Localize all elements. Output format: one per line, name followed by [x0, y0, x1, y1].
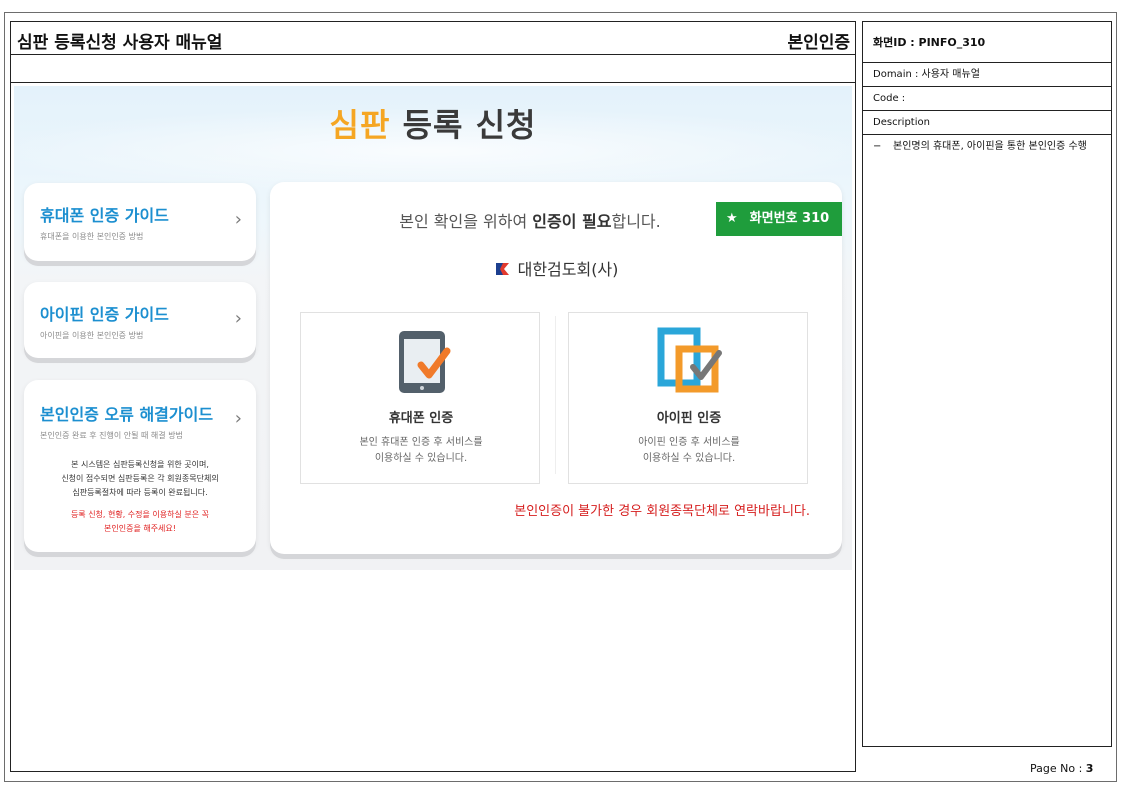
code-row: Code : [863, 87, 1111, 111]
auth-main-card: 본인 확인을 위하여 인증이 필요합니다. ★ 화면번호 310 대한검도회(사)… [270, 182, 842, 554]
error-guide-title: 본인인증 오류 해결가이드 [40, 405, 214, 424]
ipin-guide-card[interactable]: 아이핀 인증 가이드 아이핀을 이용한 본인인증 방법 › [24, 282, 256, 358]
document-section-title: 본인인증 [787, 33, 850, 53]
chevron-right-icon: › [234, 408, 242, 429]
error-guide-body: 본 시스템은 심판등록신청을 위한 곳이며, 신청이 접수되면 심판등록은 각 … [34, 458, 246, 500]
auth-divider [555, 316, 556, 474]
phone-guide-title: 휴대폰 인증 가이드 [40, 206, 169, 225]
chevron-right-icon: › [234, 308, 242, 329]
screen-number-label: 화면번호 310 [749, 211, 830, 226]
warning-line: 등록 신청, 현황, 수정을 이용하실 분은 꼭 [70, 510, 210, 519]
ipin-guide-subtitle: 아이핀을 이용한 본인인증 방법 [40, 331, 144, 340]
ipin-auth-title: 아이핀 인증 [656, 411, 722, 426]
organization: 대한검도회(사) [270, 256, 842, 280]
chevron-right-icon: › [234, 209, 242, 230]
star-icon: ★ [726, 211, 738, 226]
desc-line: 아이핀 인증 후 서비스를 [638, 437, 740, 448]
phone-guide-subtitle: 휴대폰을 이용한 본인인증 방법 [40, 232, 144, 241]
document-subbar [10, 55, 856, 83]
info-panel: 화면ID : PINFO_310 Domain : 사용자 매뉴얼 Code :… [862, 21, 1112, 747]
desc-line: 이용하실 수 있습니다. [642, 453, 736, 464]
ipin-auth-button[interactable]: 아이핀 인증 아이핀 인증 후 서비스를 이용하실 수 있습니다. [568, 312, 808, 484]
hero-title-rest: 등록 신청 [402, 106, 537, 144]
warning-line: 본인인증을 해주세요! [104, 524, 176, 533]
hero-title: 심판 등록 신청 [14, 100, 852, 146]
phone-auth-description: 본인 휴대폰 인증 후 서비스를 이용하실 수 있습니다. [301, 435, 541, 467]
error-guide-card[interactable]: 본인인증 오류 해결가이드 본인인증 완료 후 진행이 안될 때 해결 방법 ›… [24, 380, 256, 552]
document-title: 심판 등록신청 사용자 매뉴얼 [17, 33, 223, 53]
ipin-guide-title: 아이핀 인증 가이드 [40, 305, 169, 324]
body-line: 심판등록절차에 따라 등록이 완료됩니다. [72, 488, 208, 497]
page-number-value: 3 [1085, 762, 1094, 775]
screenshot-area: 심판 등록 신청 휴대폰 인증 가이드 휴대폰을 이용한 본인인증 방법 › 아… [14, 86, 852, 570]
auth-message-prefix: 본인 확인을 위하여 [399, 212, 533, 231]
screen-id: 화면ID : PINFO_310 [863, 22, 1111, 63]
description-item: − 본인명의 휴대폰, 아이핀을 통한 본인인증 수행 [873, 140, 1105, 153]
bullet-dash: − [873, 141, 882, 152]
page-number-label: Page No : [1030, 762, 1083, 775]
phone-guide-card[interactable]: 휴대폰 인증 가이드 휴대폰을 이용한 본인인증 방법 › [24, 183, 256, 261]
body-line: 신청이 접수되면 심판등록은 각 회원종목단체의 [61, 474, 219, 483]
error-guide-warning: 등록 신청, 현황, 수정을 이용하실 분은 꼭 본인인증을 해주세요! [34, 508, 246, 536]
ipin-auth-description: 아이핀 인증 후 서비스를 이용하실 수 있습니다. [569, 435, 809, 467]
screen-number-badge: ★ 화면번호 310 [716, 202, 842, 236]
auth-message-suffix: 합니다. [611, 212, 661, 231]
body-line: 본 시스템은 심판등록신청을 위한 곳이며, [71, 460, 209, 469]
tablet-check-icon [399, 331, 451, 393]
organization-name: 대한검도회(사) [517, 260, 619, 279]
auth-unavailable-warning: 본인인증이 불가한 경우 회원종목단체로 연락바랍니다. [514, 504, 810, 519]
page-number: Page No : 3 [1030, 762, 1093, 775]
desc-line: 본인 휴대폰 인증 후 서비스를 [359, 437, 483, 448]
domain-row: Domain : 사용자 매뉴얼 [863, 63, 1111, 87]
description-label: Description [863, 111, 1111, 135]
auth-required-message: 본인 확인을 위하여 인증이 필요합니다. [270, 208, 790, 232]
hero-title-accent: 심판 [329, 106, 391, 144]
error-guide-subtitle: 본인인증 완료 후 진행이 안될 때 해결 방법 [40, 431, 183, 440]
description-text: 본인명의 휴대폰, 아이핀을 통한 본인인증 수행 [893, 141, 1087, 152]
ipin-check-icon [657, 327, 722, 393]
org-logo-icon [493, 261, 510, 277]
document-header: 심판 등록신청 사용자 매뉴얼 본인인증 [10, 21, 856, 55]
phone-auth-title: 휴대폰 인증 [388, 411, 454, 426]
desc-line: 이용하실 수 있습니다. [374, 453, 468, 464]
phone-auth-button[interactable]: 휴대폰 인증 본인 휴대폰 인증 후 서비스를 이용하실 수 있습니다. [300, 312, 540, 484]
auth-message-bold: 인증이 필요 [532, 212, 612, 231]
